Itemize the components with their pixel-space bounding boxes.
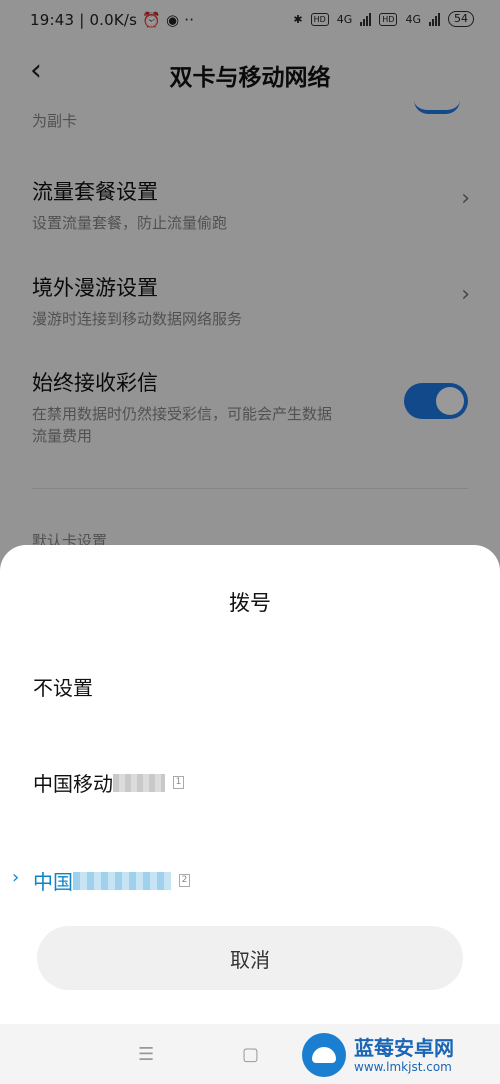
watermark-url: www.lmkjst.com	[354, 1060, 452, 1074]
cancel-button[interactable]: 取消	[37, 926, 463, 990]
option-label: 中国	[33, 870, 73, 894]
option-sim-1[interactable]: 中国移动 1	[33, 768, 184, 797]
selected-chevron-icon: ›	[12, 867, 20, 888]
watermark-logo: 蓝莓安卓网 www.lmkjst.com	[302, 1030, 492, 1080]
menu-icon[interactable]: ☰	[138, 1044, 154, 1065]
option-label: 中国移动	[33, 772, 113, 796]
watermark-name: 蓝莓安卓网	[354, 1036, 454, 1060]
watermark-text: 蓝莓安卓网 www.lmkjst.com	[354, 1036, 454, 1074]
sheet-title: 拨号	[229, 591, 271, 615]
option-not-set[interactable]: 不设置	[33, 672, 93, 701]
home-icon[interactable]: ▢	[242, 1044, 259, 1065]
android-logo-icon	[302, 1033, 346, 1077]
sim-slot-2-icon: 2	[179, 874, 190, 887]
sim-slot-1-icon: 1	[173, 776, 184, 789]
dial-sim-picker-sheet: 拨号 不设置 中国移动 1 › 中国 2 取消	[0, 545, 500, 1084]
redacted-number	[73, 871, 171, 890]
option-label: 不设置	[33, 676, 93, 700]
redacted-number	[113, 773, 165, 792]
option-sim-2[interactable]: 中国 2	[33, 866, 190, 895]
